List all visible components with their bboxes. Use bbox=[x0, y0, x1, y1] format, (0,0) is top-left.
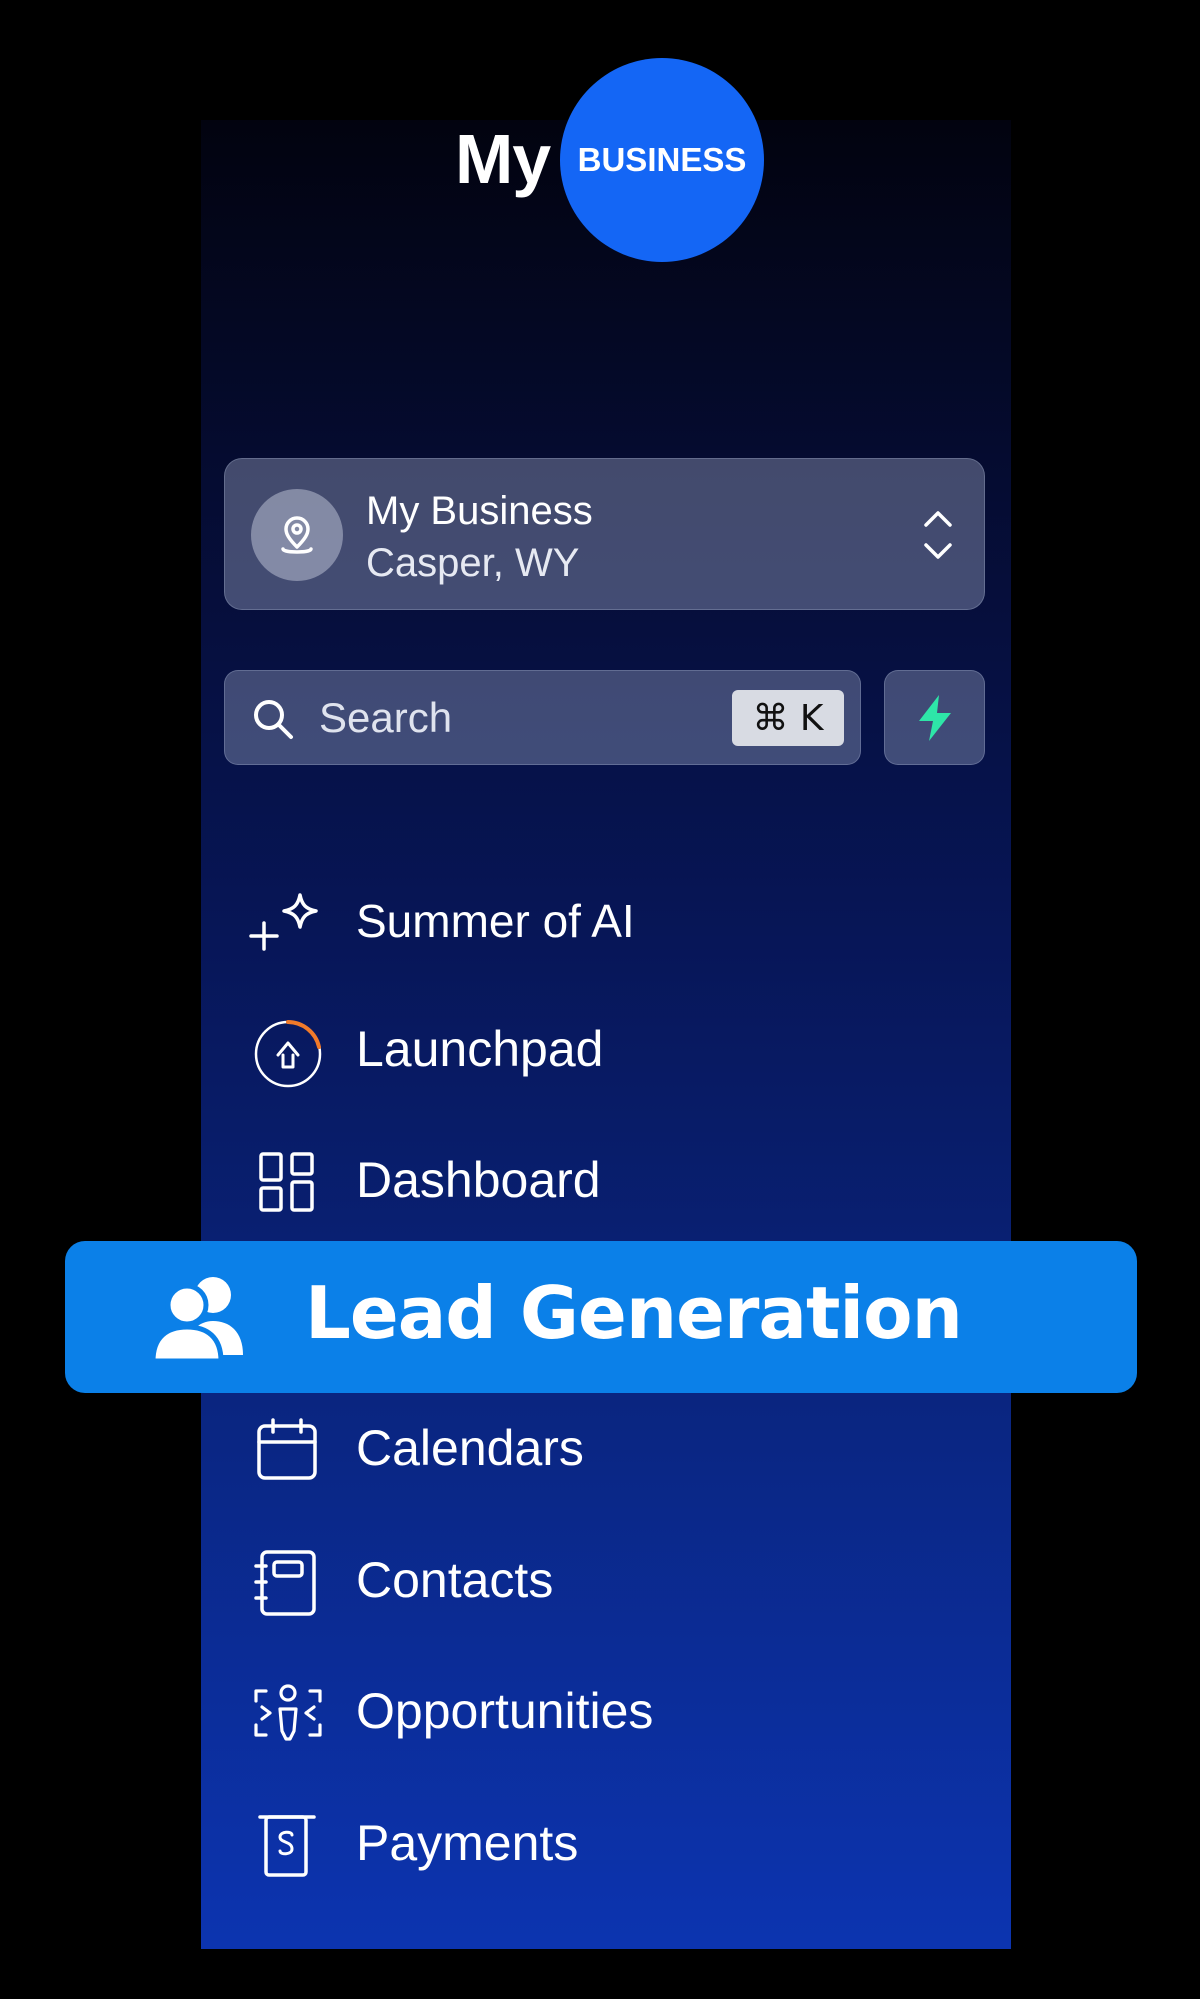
launchpad-icon bbox=[248, 1017, 328, 1088]
search-box[interactable]: ⌘ K bbox=[224, 670, 861, 765]
sparkles-icon bbox=[248, 887, 328, 957]
location-pin-icon bbox=[251, 489, 343, 581]
nav-item-payments[interactable]: Payments bbox=[248, 1796, 948, 1886]
shortcut-hint: ⌘ K bbox=[732, 690, 844, 746]
logo-badge-text: BUSINESS bbox=[577, 141, 747, 178]
opportunities-icon bbox=[248, 1679, 328, 1749]
nav-item-dashboard[interactable]: Dashboard bbox=[248, 1133, 948, 1223]
users-icon bbox=[147, 1269, 251, 1365]
nav-label: Contacts bbox=[356, 1552, 554, 1608]
nav-item-opportunities[interactable]: Opportunities bbox=[248, 1664, 948, 1754]
nav-label: Dashboard bbox=[356, 1152, 601, 1208]
calendar-icon bbox=[248, 1416, 328, 1486]
nav-item-contacts[interactable]: Contacts bbox=[248, 1533, 948, 1623]
account-location: Casper, WY bbox=[366, 541, 580, 585]
logo-word: My bbox=[455, 120, 551, 198]
nav-label: Payments bbox=[356, 1815, 579, 1871]
nav-label: Summer of AI bbox=[356, 895, 635, 947]
nav-item-lead-generation[interactable]: Lead Generation bbox=[65, 1241, 1137, 1393]
nav-item-launchpad[interactable]: Launchpad bbox=[248, 1002, 948, 1092]
search-icon bbox=[249, 695, 297, 743]
logo-circle: BUSINESS bbox=[560, 58, 764, 262]
account-switcher[interactable]: My Business Casper, WY bbox=[224, 458, 985, 610]
lightning-bolt-icon bbox=[918, 694, 951, 741]
nav-label: Opportunities bbox=[356, 1683, 654, 1739]
dashboard-grid-icon bbox=[248, 1148, 328, 1218]
screen: My BUSINESS My Business Casper, WY Searc… bbox=[0, 0, 1200, 1999]
nav-item-calendars[interactable]: Calendars bbox=[248, 1401, 948, 1491]
search-input[interactable] bbox=[317, 687, 721, 749]
chevron-up-down-icon[interactable] bbox=[920, 503, 956, 567]
nav-label: Calendars bbox=[356, 1420, 584, 1476]
nav-label: Lead Generation bbox=[305, 1271, 963, 1355]
account-name: My Business bbox=[366, 489, 593, 533]
quick-action-button[interactable] bbox=[884, 670, 985, 765]
payments-icon bbox=[248, 1811, 328, 1881]
nav-item-summer-of-ai[interactable]: Summer of AI bbox=[248, 872, 948, 962]
brand-logo: My BUSINESS bbox=[455, 56, 765, 266]
contacts-book-icon bbox=[248, 1548, 328, 1618]
nav-label: Launchpad bbox=[356, 1021, 604, 1077]
